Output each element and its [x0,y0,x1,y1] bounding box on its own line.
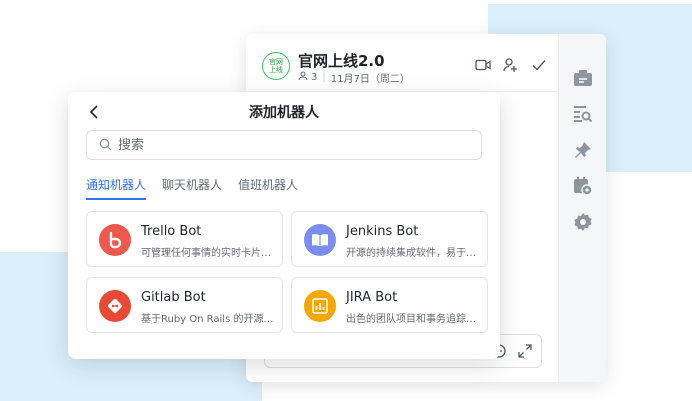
chat-title: 官网上线2.0 [298,52,385,70]
add-bot-dialog: 添加机器人 通知机器人 聊天机器人 值班机器人 Trello Bot 可管理任何… [68,92,500,359]
chart-icon [304,290,336,322]
bot-name: Trello Bot [141,224,202,239]
announcement-icon[interactable] [573,68,593,88]
bot-card-trello[interactable]: Trello Bot 可管理任何事情的实时卡片… [86,211,283,267]
bot-category-tabs: 通知机器人 聊天机器人 值班机器人 [86,176,298,200]
group-avatar[interactable]: 官网上线 [262,52,290,80]
member-count[interactable]: 3 [311,72,317,83]
gitlab-icon [99,290,131,322]
tab-on-duty-bots[interactable]: 值班机器人 [238,176,298,200]
search-input[interactable] [118,137,458,153]
bot-description: 出色的团队项目和事务追踪… [346,314,476,325]
search-icon [99,136,112,155]
header-actions [474,56,548,74]
trello-icon [99,224,131,256]
members-icon [298,71,308,84]
chat-meta: 3 | 11月7日（周二） [298,70,410,85]
bot-description: 基于Ruby On Rails 的开源… [141,314,274,325]
gear-icon[interactable] [573,212,593,232]
meta-separator: | [322,72,326,83]
add-member-icon[interactable] [502,56,520,74]
bot-card-jira[interactable]: JIRA Bot 出色的团队项目和事务追踪… [291,277,488,333]
bot-name: Gitlab Bot [141,290,206,305]
calendar-settings-icon[interactable] [573,176,593,196]
expand-icon[interactable] [517,343,533,363]
check-icon[interactable] [530,56,548,74]
bot-name: JIRA Bot [346,290,398,305]
search-docs-icon[interactable] [573,104,593,124]
side-rail [558,34,606,382]
dialog-title: 添加机器人 [249,105,319,121]
book-icon [304,224,336,256]
tab-notification-bots[interactable]: 通知机器人 [86,176,147,200]
bot-description: 开源的持续集成软件，易于… [346,248,476,259]
bot-description: 可管理任何事情的实时卡片… [141,248,271,259]
pin-icon[interactable] [573,140,593,160]
bot-name: Jenkins Bot [346,224,419,239]
video-call-icon[interactable] [474,56,492,74]
search-box[interactable] [86,130,482,160]
tab-chat-bots[interactable]: 聊天机器人 [162,176,222,200]
chat-header: 官网上线 官网上线2.0 3 | 11月7日（周二） [246,34,558,92]
bot-card-jenkins[interactable]: Jenkins Bot 开源的持续集成软件，易于… [291,211,488,267]
chat-date: 11月7日（周二） [330,74,410,85]
bot-card-gitlab[interactable]: Gitlab Bot 基于Ruby On Rails 的开源… [86,277,283,333]
